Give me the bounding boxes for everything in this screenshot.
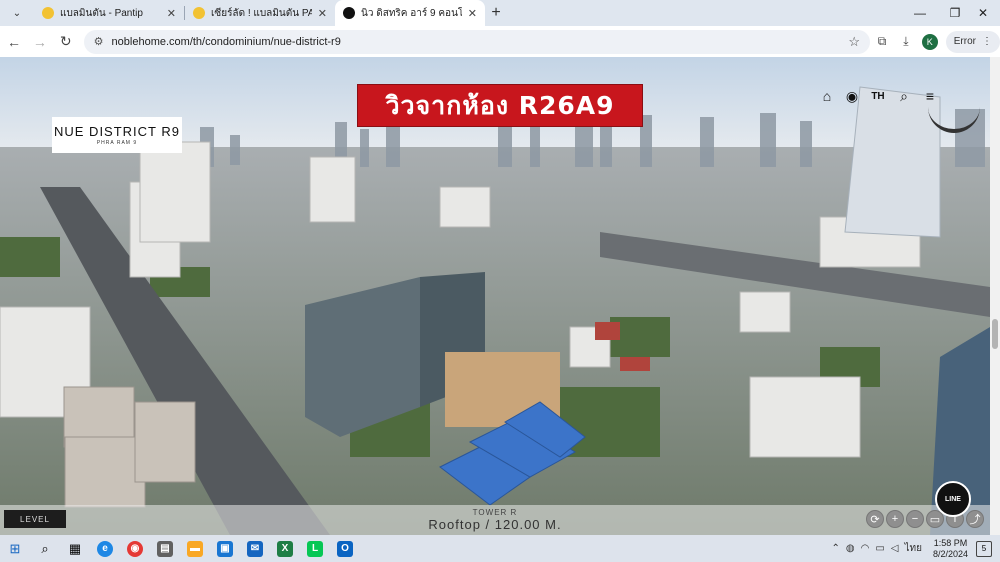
error-label: Error (953, 36, 976, 47)
window-close-button[interactable]: ✕ (963, 0, 1000, 26)
display-icon[interactable]: ▭ (875, 543, 884, 554)
more-vert-icon: ⋮ (982, 36, 992, 47)
arrow-right-icon: → (32, 33, 47, 50)
volume-icon[interactable]: ◁ (891, 543, 899, 554)
windows-taskbar: ⊞ ⌕ ▦ e ◉ ▤ ▬ ▣ ✉ X L O ⌃ ◍ ◠ ▭ ◁ ไทย 1:… (0, 535, 1000, 562)
language-toggle[interactable]: TH (869, 87, 887, 105)
clock-date: 8/2/2024 (932, 548, 968, 559)
excel-icon: X (277, 540, 293, 557)
tab-strip: ⌄ แบลมินตัน - Pantip ✕ เซียร์ลัด ! แบลมิ… (0, 0, 1000, 26)
calculator-icon: ▤ (157, 540, 173, 557)
wifi-icon[interactable]: ◠ (861, 543, 870, 554)
url-text[interactable]: noblehome.com/th/condominium/nue-distric… (112, 36, 849, 48)
network-icon[interactable]: ◍ (846, 543, 855, 554)
language-indicator[interactable]: ไทย (904, 541, 921, 556)
extensions-icon[interactable]: ⧉ (870, 30, 894, 54)
download-icon[interactable]: ⤓ (894, 30, 918, 54)
reload-button[interactable]: ↻ (54, 30, 78, 54)
line-chat-button[interactable]: LINE (935, 481, 971, 517)
store-app[interactable]: ▣ (210, 535, 240, 562)
menu-icon[interactable]: ≡ (921, 87, 939, 105)
forward-button[interactable]: → (28, 30, 52, 54)
store-icon: ▣ (217, 540, 233, 557)
scrollbar-thumb[interactable] (992, 319, 998, 349)
edge-icon: e (97, 540, 113, 557)
line-app[interactable]: L (300, 535, 330, 562)
home-icon[interactable]: ⌂ (818, 87, 836, 105)
chevron-up-icon[interactable]: ⌃ (831, 543, 839, 554)
close-icon[interactable]: ✕ (468, 7, 477, 20)
outlook-app[interactable]: O (330, 535, 360, 562)
folder-icon: ▬ (187, 540, 203, 557)
task-view-icon: ▦ (68, 540, 82, 556)
arrow-left-icon: ← (6, 33, 21, 50)
tab-pantip[interactable]: แบลมินตัน - Pantip ✕ (34, 0, 184, 26)
tower-label: TOWER R (472, 508, 518, 517)
tab-title: แบลมินตัน - Pantip (60, 7, 143, 19)
mail-icon: ✉ (247, 540, 263, 557)
windows-icon: ⊞ (9, 540, 21, 556)
viewer-controls: ⟳ + − ▭ i ⤴ (866, 510, 986, 528)
tab-olympic[interactable]: เซียร์ลัด ! แบลมินตัน PARIS OLYMPIC ✕ (185, 0, 335, 26)
back-button[interactable]: ← (2, 30, 26, 54)
file-explorer-app[interactable]: ▬ (180, 535, 210, 562)
close-icon[interactable]: ✕ (318, 7, 327, 20)
outlook-icon: O (337, 540, 353, 557)
tab-title: เซียร์ลัด ! แบลมินตัน PARIS OLYMPIC (211, 7, 312, 19)
chrome-icon: ◉ (127, 540, 143, 557)
zoom-in-icon[interactable]: + (886, 510, 904, 528)
tab-nue-district[interactable]: นิว ดิสทริค อาร์ 9 คอนโดใกล้เซ็นทรัล ✕ (335, 0, 485, 26)
browser-toolbar: ← → ↻ ⚙ noblehome.com/th/condominium/nue… (0, 26, 1000, 57)
tab-title: นิว ดิสทริค อาร์ 9 คอนโดใกล้เซ็นทรัล (361, 7, 462, 19)
height-label: Rooftop / 120.00 M. (428, 517, 562, 532)
tab-favicon-icon (343, 7, 355, 19)
calculator-app[interactable]: ▤ (150, 535, 180, 562)
excel-app[interactable]: X (270, 535, 300, 562)
logo-main-text: NUE DISTRICT R9 (54, 124, 180, 139)
site-logo[interactable]: NUE DISTRICT R9 PHRA RAM 9 (52, 117, 182, 153)
reload-icon: ↻ (59, 33, 72, 49)
tab-search-button[interactable]: ⌄ (4, 2, 30, 24)
address-bar[interactable]: ⚙ noblehome.com/th/condominium/nue-distr… (83, 29, 871, 54)
clock-time: 1:58 PM (933, 537, 968, 548)
close-icon[interactable]: ✕ (167, 7, 176, 20)
zoom-out-icon[interactable]: − (906, 510, 924, 528)
chrome-app[interactable]: ◉ (120, 535, 150, 562)
logo-sub-text: PHRA RAM 9 (96, 140, 138, 146)
start-button[interactable]: ⊞ (0, 535, 30, 562)
minimize-button[interactable]: — (900, 0, 940, 26)
view-from-room-banner: วิวจากห้อง R26A9 (357, 84, 643, 127)
notification-button[interactable]: 5 (976, 540, 992, 557)
new-tab-button[interactable]: + (485, 2, 507, 24)
user-icon[interactable]: ◉ (843, 87, 861, 105)
page-viewport: NUE DISTRICT R9 PHRA RAM 9 ⌂ ◉ TH ⌕ ≡ LE… (0, 57, 1000, 535)
error-button[interactable]: Error ⋮ (945, 30, 1000, 53)
share-icon[interactable]: ⤴ (966, 510, 984, 528)
site-info-icon[interactable]: ⚙ (94, 35, 104, 48)
search-button[interactable]: ⌕ (30, 535, 60, 562)
chevron-down-icon: ⌄ (12, 7, 22, 19)
line-app-icon: L (307, 540, 323, 557)
search-icon[interactable]: ⌕ (895, 87, 913, 105)
task-view-button[interactable]: ▦ (60, 535, 90, 562)
bookmark-star-icon[interactable]: ☆ (848, 34, 860, 50)
search-icon: ⌕ (41, 540, 49, 556)
tab-favicon-icon (42, 7, 54, 19)
edge-app[interactable]: e (90, 535, 120, 562)
level-selector[interactable]: LEVEL (4, 510, 66, 528)
system-tray: ⌃ ◍ ◠ ▭ ◁ ไทย 1:58 PM 8/2/2024 5 (828, 535, 1000, 562)
clock[interactable]: 1:58 PM 8/2/2024 (933, 538, 968, 560)
rotate-icon[interactable]: ⟳ (866, 510, 884, 528)
mail-app[interactable]: ✉ (240, 535, 270, 562)
tab-favicon-icon (193, 7, 205, 19)
page-scrollbar[interactable] (990, 57, 1000, 535)
profile-avatar[interactable]: K (921, 33, 938, 50)
